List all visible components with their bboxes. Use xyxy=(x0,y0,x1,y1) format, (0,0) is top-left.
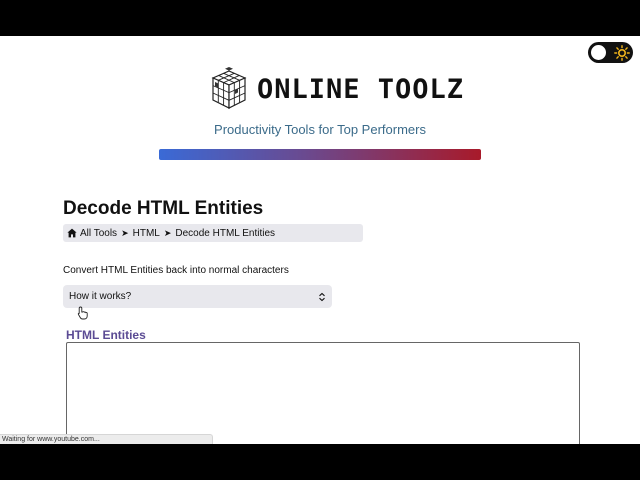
home-icon[interactable] xyxy=(67,228,77,238)
cube-logo-icon xyxy=(211,67,247,109)
html-entities-input[interactable] xyxy=(66,342,580,444)
breadcrumb-item-current[interactable]: Decode HTML Entities xyxy=(175,228,275,239)
breadcrumb-separator: ➤ xyxy=(163,227,172,238)
gradient-divider xyxy=(159,149,481,160)
how-it-works-dropdown[interactable]: How it works? xyxy=(63,285,332,308)
chevron-up-down-icon xyxy=(319,292,325,301)
browser-status-bar: Waiting for www.youtube.com... xyxy=(0,434,213,444)
how-it-works-label: How it works? xyxy=(69,291,132,302)
breadcrumb: All Tools ➤ HTML ➤ Decode HTML Entities xyxy=(63,224,363,242)
theme-toggle[interactable] xyxy=(588,42,633,63)
hand-pointer-cursor-icon xyxy=(77,306,88,320)
tagline: Productivity Tools for Top Performers xyxy=(214,122,426,137)
breadcrumb-item-all-tools[interactable]: All Tools xyxy=(80,228,117,239)
letterbox-bottom xyxy=(0,444,640,480)
page-title: Decode HTML Entities xyxy=(63,198,264,219)
browser-page: ONLINE TOOLZ Productivity Tools for Top … xyxy=(0,36,640,444)
toggle-knob xyxy=(591,45,606,60)
breadcrumb-separator: ➤ xyxy=(121,227,129,238)
letterbox-top xyxy=(0,0,640,36)
breadcrumb-item-html[interactable]: HTML xyxy=(133,228,160,239)
sun-icon xyxy=(614,44,630,61)
entities-label: HTML Entities xyxy=(66,328,146,342)
logo-text: ONLINE TOOLZ xyxy=(257,73,465,105)
site-logo[interactable]: ONLINE TOOLZ xyxy=(207,66,464,112)
tool-description: Convert HTML Entities back into normal c… xyxy=(63,265,289,276)
